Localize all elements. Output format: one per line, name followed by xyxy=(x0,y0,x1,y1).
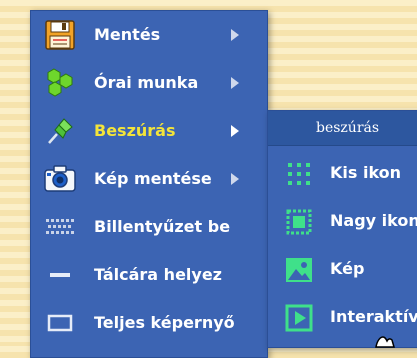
menu-item-label: Kép mentése xyxy=(94,169,212,188)
submenu-item-label: Nagy ikon xyxy=(330,211,417,230)
submenu-item-kis-ikon[interactable]: Kis ikon xyxy=(268,149,417,197)
menu-item-label: Órai munka xyxy=(94,73,199,92)
submenu-item-label: Kép xyxy=(330,259,365,278)
menu-item-label: Teljes képernyő xyxy=(94,313,235,332)
hexagons-icon xyxy=(43,68,77,98)
image-icon xyxy=(282,255,316,285)
main-menu: Mentés Órai munka Beszúrás Kép mentése B… xyxy=(30,10,268,358)
submenu-arrow-icon xyxy=(231,173,239,185)
play-box-icon xyxy=(282,303,316,333)
floppy-disk-icon xyxy=(43,20,77,50)
menu-item-label: Beszúrás xyxy=(94,121,176,140)
menu-item-beszuras[interactable]: Beszúrás xyxy=(31,107,267,155)
menu-item-label: Mentés xyxy=(94,25,161,44)
menu-item-orai-munka[interactable]: Órai munka xyxy=(31,59,267,107)
small-icon-grid-icon xyxy=(282,159,316,189)
mouse-cursor-icon xyxy=(374,333,396,352)
submenu-header: beszúrás xyxy=(268,111,417,146)
submenu-arrow-icon xyxy=(231,125,239,137)
menu-item-label: Billentyűzet be xyxy=(94,217,231,236)
submenu-item-label: Interaktív xyxy=(330,307,417,326)
submenu-item-label: Kis ikon xyxy=(330,163,402,182)
submenu-item-kep[interactable]: Kép xyxy=(268,245,417,293)
submenu-title: beszúrás xyxy=(316,120,380,136)
insert-submenu: beszúrás Kis ikon Nagy ikon Kép Interakt… xyxy=(267,110,417,348)
menu-item-label: Tálcára helyez xyxy=(94,265,222,284)
minimize-icon xyxy=(43,260,77,290)
fullscreen-icon xyxy=(43,308,77,338)
menu-item-teljes-kepernyo[interactable]: Teljes képernyő xyxy=(31,299,267,347)
submenu-item-nagy-ikon[interactable]: Nagy ikon xyxy=(268,197,417,245)
menu-item-talcara-helyez[interactable]: Tálcára helyez xyxy=(31,251,267,299)
menu-item-mentes[interactable]: Mentés xyxy=(31,11,267,59)
keyboard-icon xyxy=(43,212,77,242)
large-icon-icon xyxy=(282,207,316,237)
submenu-arrow-icon xyxy=(231,29,239,41)
menu-item-kep-mentese[interactable]: Kép mentése xyxy=(31,155,267,203)
menu-item-billentyuzet-be[interactable]: Billentyűzet be xyxy=(31,203,267,251)
submenu-arrow-icon xyxy=(231,77,239,89)
pushpin-icon xyxy=(43,116,77,146)
camera-icon xyxy=(43,164,77,194)
